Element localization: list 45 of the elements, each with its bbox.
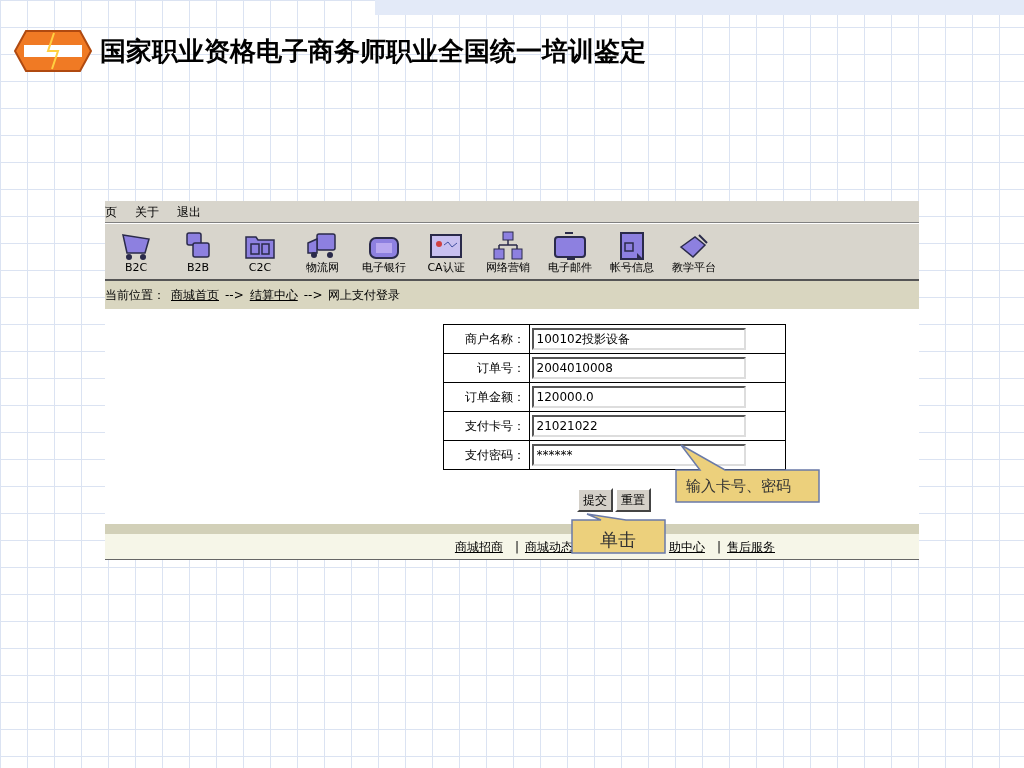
footer-link[interactable]: 助中心 xyxy=(668,537,705,556)
footer-link[interactable]: 商城招商 xyxy=(454,537,503,556)
network-icon xyxy=(491,231,525,261)
breadcrumb-separator: --> xyxy=(303,287,323,304)
input-field[interactable]: 120000.0 xyxy=(531,386,746,408)
footer-link[interactable]: 商城动态 xyxy=(524,537,573,556)
toolbar-label[interactable]: 物流网 xyxy=(305,261,339,275)
field-label: 订单号： xyxy=(443,353,529,383)
callout-text: 输入卡号、密码 xyxy=(686,476,791,497)
field-label: 订单金额： xyxy=(443,382,529,412)
breadcrumb-link[interactable]: 商城首页 xyxy=(171,286,219,304)
form-button[interactable]: 重置 xyxy=(615,488,651,512)
input-field[interactable]: 100102投影设备 xyxy=(531,328,746,350)
toolbar-label[interactable]: C2C xyxy=(248,261,272,275)
breadcrumb-label: 当前位置： xyxy=(105,287,165,304)
toolbar-label[interactable]: CA认证 xyxy=(427,261,465,275)
toolbar-label[interactable]: 电子银行 xyxy=(362,261,406,275)
breadcrumb-current: 网上支付登录 xyxy=(328,287,401,304)
slide-title: 国家职业资格电子商务师职业全国统一培训鉴定 xyxy=(100,34,646,68)
footer-separator: | xyxy=(514,538,519,556)
breadcrumb-separator: --> xyxy=(225,287,244,304)
form-button[interactable]: 提交 xyxy=(577,488,613,512)
field-label: 支付卡号： xyxy=(443,411,529,441)
toolbar-label[interactable]: 网络营销 xyxy=(486,261,530,275)
field-label: 商户名称： xyxy=(443,324,529,354)
breadcrumb-link[interactable]: 结算中心 xyxy=(249,286,298,304)
certificate-icon xyxy=(429,231,463,261)
toolbar-label[interactable]: 帐号信息 xyxy=(610,261,654,275)
callout-text: 单击 xyxy=(600,528,636,552)
footer-link[interactable]: 售后服务 xyxy=(727,537,775,556)
menu-item[interactable]: 页 xyxy=(105,202,117,221)
input-field[interactable]: 21021022 xyxy=(531,415,746,437)
toolbar-label[interactable]: B2B xyxy=(186,261,210,275)
logo-icon xyxy=(14,29,92,73)
cart-icon xyxy=(119,231,153,261)
toolbar-label[interactable]: B2C xyxy=(124,261,148,275)
footer-separator: | xyxy=(716,538,721,556)
menu-item[interactable]: 退出 xyxy=(177,202,201,221)
input-field[interactable]: 2004010008 xyxy=(531,357,746,379)
input-field[interactable]: ****** xyxy=(531,444,746,466)
truck-icon xyxy=(305,231,339,261)
toolbar-label[interactable]: 教学平台 xyxy=(672,261,716,275)
toolbar-label[interactable]: 电子邮件 xyxy=(548,261,592,275)
field-label: 支付密码： xyxy=(443,440,529,470)
menu-item[interactable]: 关于 xyxy=(135,202,159,221)
